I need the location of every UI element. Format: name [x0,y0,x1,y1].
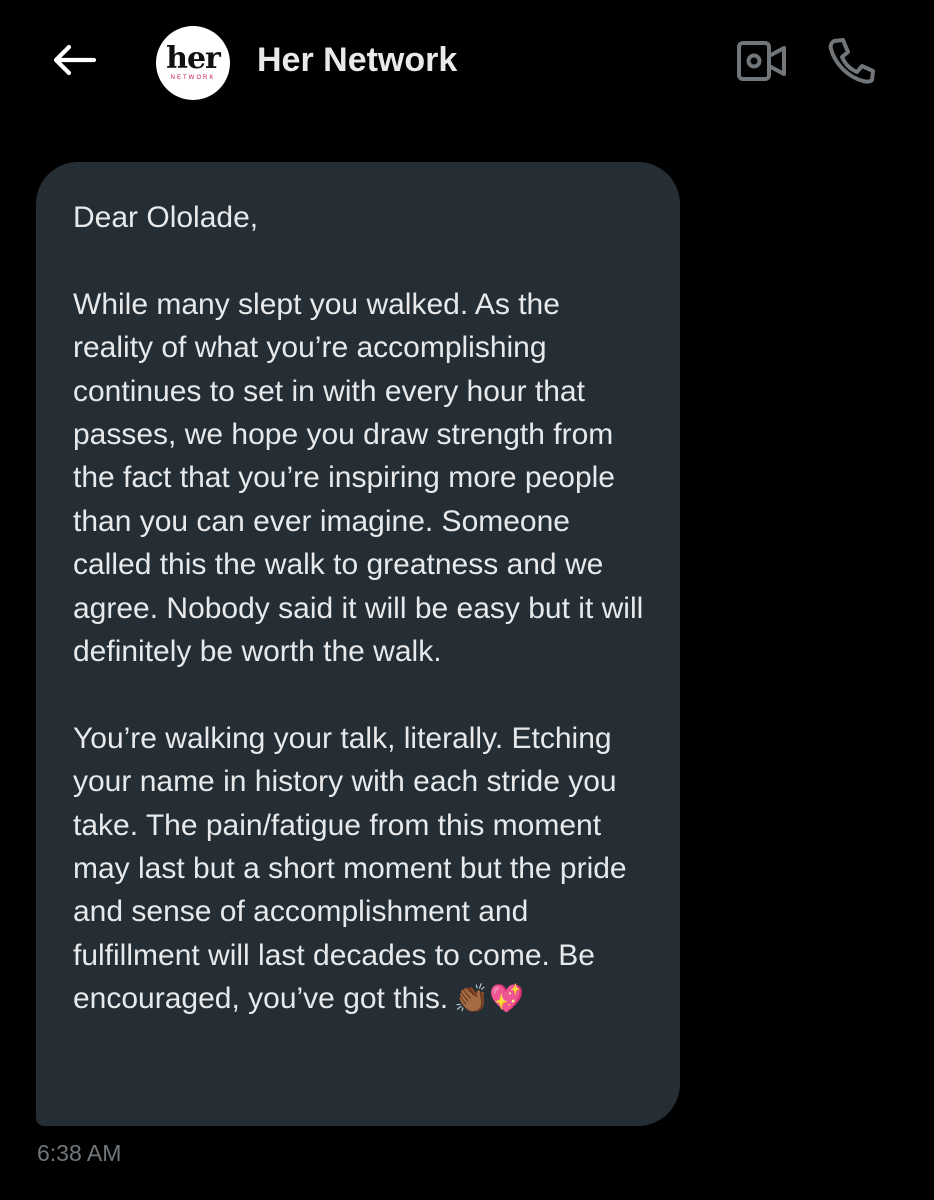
message-greeting: Dear Ololade, [73,201,259,234]
contact-name[interactable]: Her Network [257,40,457,80]
message-paragraph: While many slept you walked. As the real… [73,287,644,669]
message-bubble[interactable]: Dear Ololade, While many slept you walke… [36,162,680,1126]
message-paragraph: You’re walking your talk, literally. Etc… [73,717,644,1021]
message-timestamp: 6:38 AM [37,1140,122,1166]
avatar-logo-subtext: NETWORK [170,75,216,81]
video-call-button[interactable] [736,40,788,82]
arrow-left-icon [53,44,96,76]
phone-icon [828,38,875,84]
avatar[interactable]: her NETWORK [156,26,230,100]
message-paragraph-text: You’re walking your talk, literally. Etc… [73,721,627,1016]
back-button[interactable] [50,38,98,82]
conversation-header: her NETWORK Her Network [0,0,934,122]
voice-call-button[interactable] [826,36,876,84]
clapping-heart-emoji: 👏🏾💖 [454,982,524,1016]
video-camera-icon [737,41,786,81]
avatar-logo-text: her [166,41,221,76]
